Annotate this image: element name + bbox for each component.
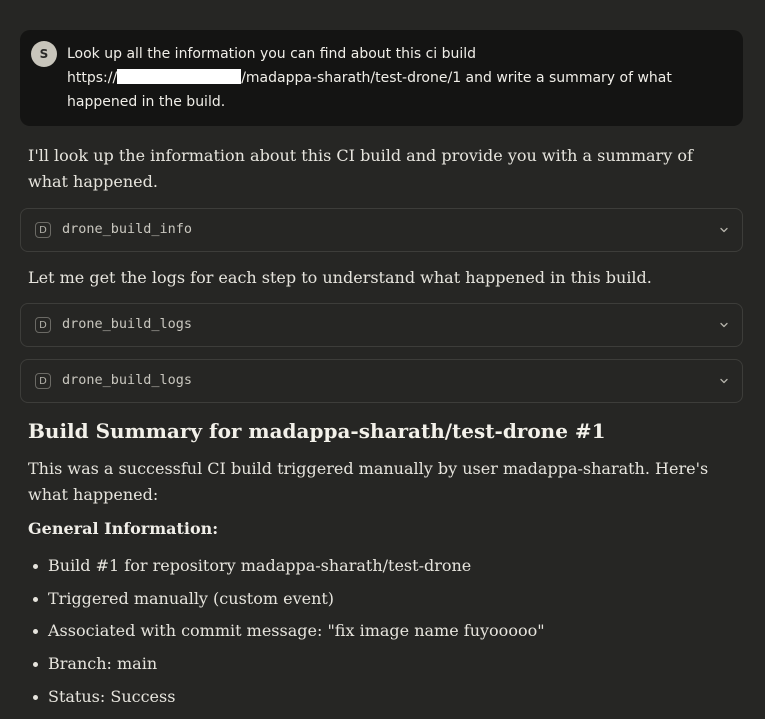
redaction-block [117,69,242,84]
general-information-heading: General Information: [28,519,219,538]
tool-name: drone_build_logs [62,372,193,388]
user-message-text: Look up all the information you can find… [67,42,727,114]
summary-heading: Build Summary for madappa-sharath/test-d… [28,419,606,443]
url-suffix: /madappa-sharath/test-drone/1 and write … [241,70,672,86]
tool-call-drone-build-info[interactable]: D drone_build_info [20,208,743,252]
chevron-down-icon[interactable] [718,375,730,387]
summary-intro: This was a successful CI build triggered… [28,459,709,504]
tool-name: drone_build_logs [62,316,193,332]
list-item: Branch: main [28,651,728,684]
tool-badge: D [35,373,51,389]
tool-badge: D [35,222,51,238]
assistant-intro-text: I'll look up the information about this … [28,146,693,191]
user-message-line-2: https:// /madappa-sharath/test-drone/1 an… [67,66,727,90]
tool-badge: D [35,317,51,333]
general-information-list: Build #1 for repository madappa-sharath/… [28,553,728,716]
chevron-down-icon[interactable] [718,319,730,331]
url-prefix: https:// [67,70,118,86]
list-item: Status: Success [28,684,728,717]
user-message: S Look up all the information you can fi… [20,30,743,126]
chevron-down-icon[interactable] [718,224,730,236]
list-item: Build #1 for repository madappa-sharath/… [28,553,728,586]
tool-call-drone-build-logs-1[interactable]: D drone_build_logs [20,303,743,347]
avatar: S [31,41,57,67]
tool-call-drone-build-logs-2[interactable]: D drone_build_logs [20,359,743,403]
list-item: Associated with commit message: "fix ima… [28,618,728,651]
tool-name: drone_build_info [62,221,193,237]
assistant-logs-text: Let me get the logs for each step to und… [28,268,652,287]
user-message-line-1: Look up all the information you can find… [67,46,477,62]
user-message-line-3: happened in the build. [67,94,226,110]
list-item: Triggered manually (custom event) [28,586,728,619]
